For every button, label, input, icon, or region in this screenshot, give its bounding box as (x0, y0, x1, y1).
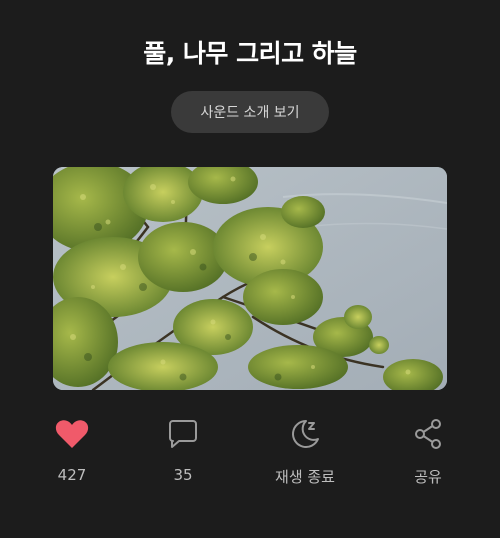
sleep-timer-label: 재생 종료 (275, 468, 335, 486)
comment-count: 35 (173, 466, 193, 484)
like-count: 427 (57, 466, 87, 484)
heart-icon (54, 416, 90, 452)
cover-image (53, 167, 447, 390)
speech-bubble-icon (165, 416, 201, 452)
sleep-timer-button[interactable]: 재생 종료 (260, 416, 350, 487)
comment-button[interactable]: 35 (138, 416, 228, 484)
share-label: 공유 (414, 468, 442, 486)
moon-zz-icon (287, 416, 323, 452)
like-button[interactable]: 427 (27, 416, 117, 484)
page-title: 풀, 나무 그리고 하늘 (143, 39, 357, 68)
tree-sky-illustration (53, 167, 447, 390)
share-button[interactable]: 공유 (383, 416, 473, 487)
share-icon (410, 416, 446, 452)
sound-intro-button[interactable]: 사운드 소개 보기 (171, 91, 329, 133)
